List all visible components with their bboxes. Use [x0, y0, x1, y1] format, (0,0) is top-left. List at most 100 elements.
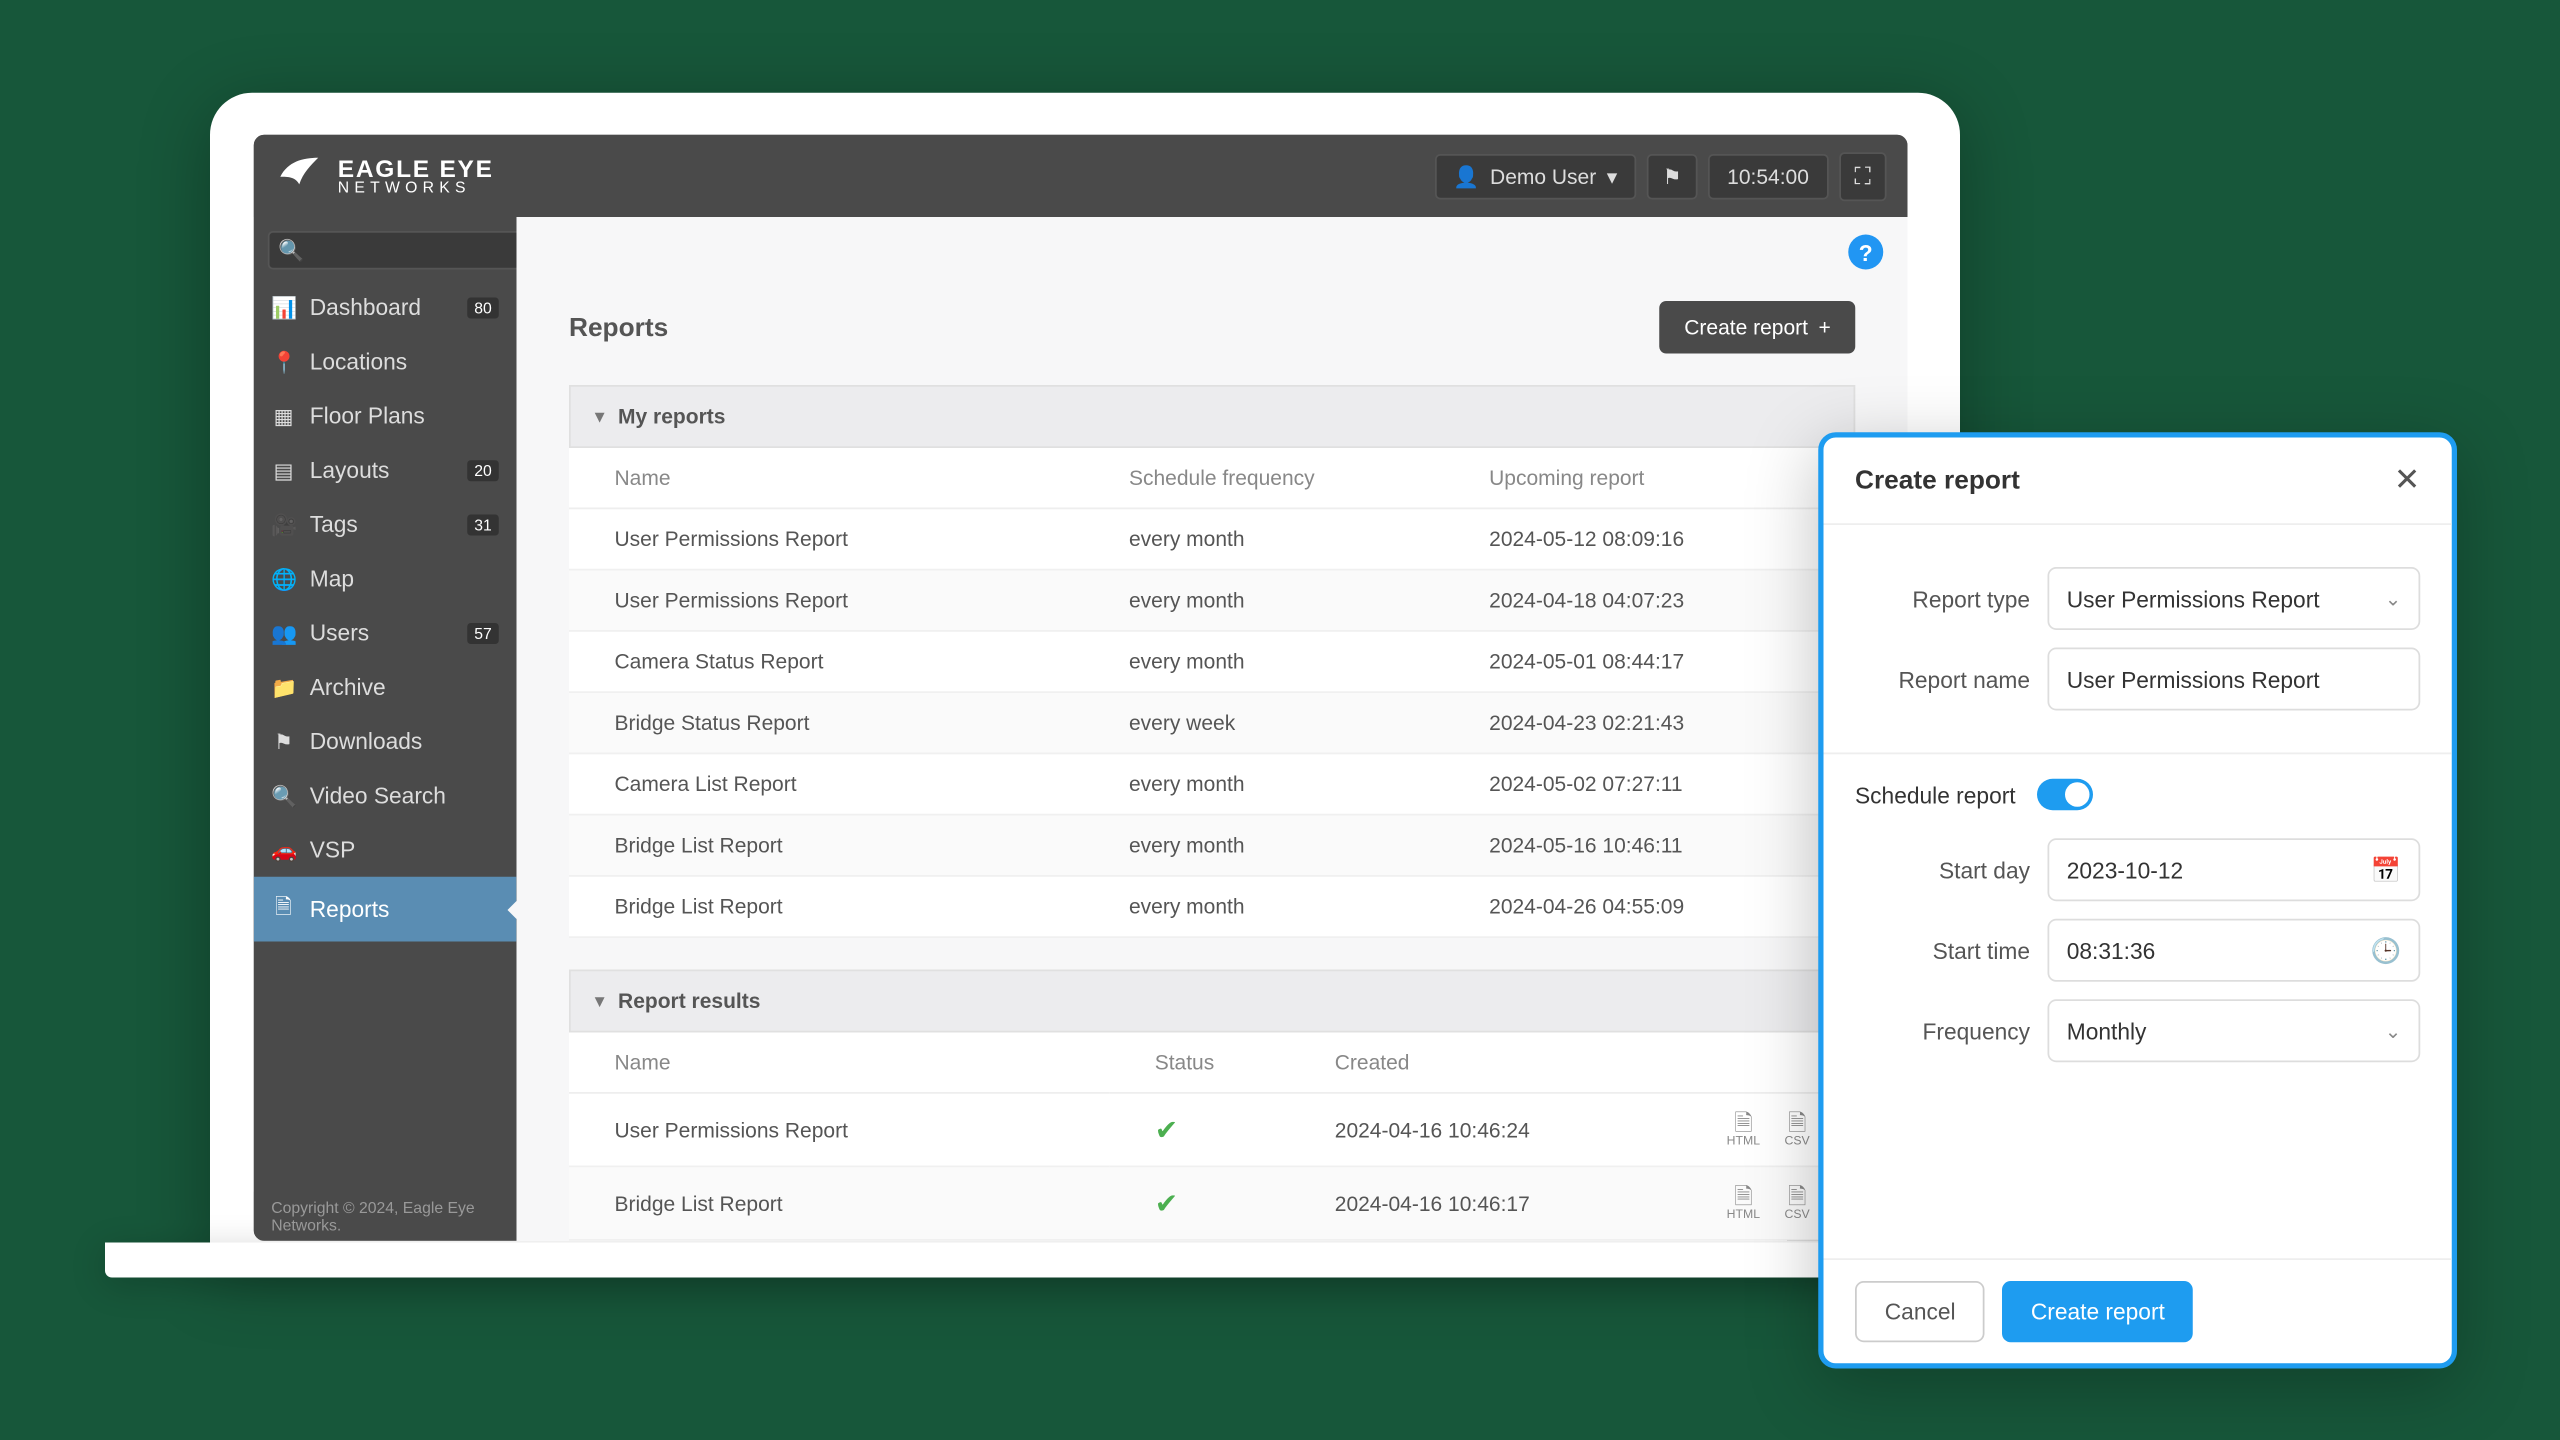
sidebar-item-downloads[interactable]: ⚑ Downloads — [254, 714, 517, 768]
table-row[interactable]: Bridge Status Report every week 2024-04-… — [569, 692, 1855, 753]
search-icon: 🔍 — [271, 783, 296, 808]
sidebar-item-users[interactable]: 👥 Users 57 — [254, 606, 517, 660]
help-button[interactable]: ? — [1848, 235, 1883, 270]
sidebar-badge: 57 — [467, 622, 499, 643]
start-time-input[interactable]: 08:31:36 🕒 — [2048, 919, 2421, 982]
fullscreen-button[interactable]: ⛶ — [1839, 151, 1887, 200]
download-html-button[interactable]: 🗎HTML — [1726, 1111, 1759, 1148]
camera-icon: 🎥 — [271, 512, 296, 537]
start-day-input[interactable]: 2023-10-12 📅 — [2048, 838, 2421, 901]
notifications-flag-button[interactable]: ⚑ — [1647, 153, 1697, 199]
create-report-button[interactable]: Create report + — [1659, 301, 1855, 354]
sidebar-item-tags[interactable]: 🎥Tags 31 — [254, 497, 517, 551]
download-csv-button[interactable]: 🗎CSV — [1784, 1111, 1809, 1148]
sidebar-item-floorplans[interactable]: ▦Floor Plans — [254, 389, 517, 443]
caret-down-icon: ▾ — [1607, 164, 1618, 189]
sidebar-item-label: Reports — [310, 896, 390, 922]
download-csv-button[interactable]: 🗎CSV — [1784, 1185, 1809, 1222]
cell-name: User Permissions Report — [569, 1093, 1109, 1167]
cell-upcoming: 2024-05-01 08:44:17 — [1443, 631, 1855, 692]
label-start-time: Start time — [1855, 937, 2030, 963]
sidebar-item-label: Downloads — [310, 728, 423, 754]
file-icon: 🗎 — [1734, 1185, 1752, 1208]
create-report-modal: Create report ✕ Report type User Permiss… — [1818, 432, 2457, 1368]
cell-upcoming: 2024-05-02 07:27:11 — [1443, 753, 1855, 814]
app-window: EAGLE EYE NETWORKS 👤 Demo User ▾ ⚑ 10:54… — [254, 135, 1908, 1241]
laptop-base — [105, 1243, 2065, 1278]
sidebar-item-map[interactable]: 🌐 Map — [254, 551, 517, 605]
download-html-button[interactable]: 🗎HTML — [1726, 1185, 1759, 1222]
col-upcoming: Upcoming report — [1443, 448, 1855, 508]
brand-line1: EAGLE EYE — [338, 156, 494, 181]
col-status: Status — [1109, 1033, 1289, 1093]
report-results-section-header[interactable]: ▾ Report results — [569, 970, 1855, 1033]
globe-icon: 🌐 — [271, 566, 296, 591]
pin-icon: 📍 — [271, 349, 296, 374]
search-icon: 🔍 — [278, 238, 304, 263]
cell-frequency: every month — [1083, 570, 1443, 631]
sidebar-item-dashboard[interactable]: 📊Dashboard 80 — [254, 280, 517, 334]
my-reports-section-header[interactable]: ▾ My reports — [569, 385, 1855, 448]
check-circle-icon: ✔ — [1154, 1116, 1177, 1146]
cell-name: Camera Status Report — [569, 631, 1084, 692]
cell-upcoming: 2024-05-12 08:09:16 — [1443, 508, 1855, 569]
users-icon: 👥 — [271, 620, 296, 645]
schedule-report-toggle[interactable] — [2037, 779, 2093, 811]
user-icon: 👤 — [1453, 164, 1479, 189]
cell-upcoming: 2024-04-26 04:55:09 — [1443, 876, 1855, 937]
chevron-down-icon: ⌄ — [2385, 587, 2401, 610]
sidebar-item-layouts[interactable]: ▤Layouts 20 — [254, 443, 517, 497]
cell-frequency: every month — [1083, 508, 1443, 569]
table-row[interactable]: Bridge List Report every month 2024-04-2… — [569, 876, 1855, 937]
table-row[interactable]: User Permissions Report every month 2024… — [569, 570, 1855, 631]
sidebar-item-label: Users — [310, 620, 369, 646]
sidebar-item-label: Map — [310, 565, 354, 591]
sidebar-badge: 31 — [467, 514, 499, 535]
report-type-value: User Permissions Report — [2067, 585, 2320, 611]
cell-name: Bridge List Report — [569, 876, 1084, 937]
clock: 10:54:00 — [1708, 153, 1828, 199]
sidebar-item-reports[interactable]: 🗎 Reports — [254, 877, 517, 942]
col-name: Name — [569, 1033, 1109, 1093]
table-row[interactable]: Camera Status Report every month 2024-05… — [569, 631, 1855, 692]
col-name: Name — [569, 448, 1084, 508]
label-frequency: Frequency — [1855, 1018, 2030, 1044]
cell-frequency: every month — [1083, 753, 1443, 814]
sidebar-item-label: VSP — [310, 837, 356, 863]
eagle-wing-icon — [275, 151, 324, 200]
cell-name: User Permissions Report — [569, 508, 1084, 569]
document-icon: 🗎 — [271, 891, 296, 928]
sidebar-item-archive[interactable]: 📁Archive — [254, 660, 517, 714]
cancel-button[interactable]: Cancel — [1855, 1281, 1985, 1342]
table-row[interactable]: Bridge List Report every month 2024-05-1… — [569, 815, 1855, 876]
section-label: My reports — [618, 404, 725, 429]
chevron-down-icon: ▾ — [595, 407, 604, 426]
close-button[interactable]: ✕ — [2394, 462, 2420, 499]
user-label: Demo User — [1490, 164, 1596, 189]
cell-name: Camera List Report — [569, 753, 1084, 814]
flag-icon: ⚑ — [271, 729, 296, 754]
col-schedule: Schedule frequency — [1083, 448, 1443, 508]
file-icon: 🗎 — [1788, 1185, 1806, 1208]
frequency-select[interactable]: Monthly ⌄ — [2048, 999, 2421, 1062]
create-report-label: Create report — [1684, 315, 1808, 340]
table-row[interactable]: User Permissions Report every month 2024… — [569, 508, 1855, 569]
cell-created: 2024-04-16 10:46:17 — [1289, 1166, 1675, 1240]
create-report-submit-button[interactable]: Create report — [2003, 1281, 2193, 1342]
user-menu-button[interactable]: 👤 Demo User ▾ — [1434, 153, 1636, 199]
copyright-footer: Copyright © 2024, Eagle Eye Networks. — [254, 1192, 517, 1241]
table-row[interactable]: Camera List Report every month 2024-05-0… — [569, 753, 1855, 814]
report-name-value: User Permissions Report — [2067, 666, 2320, 692]
report-name-input[interactable]: User Permissions Report — [2048, 648, 2421, 711]
report-type-select[interactable]: User Permissions Report ⌄ — [2048, 567, 2421, 630]
table-row[interactable]: User Permissions Report ✔ 2024-04-16 10:… — [569, 1093, 1855, 1167]
plus-icon: + — [1818, 315, 1830, 340]
cell-frequency: every month — [1083, 631, 1443, 692]
folder-icon: 📁 — [271, 675, 296, 700]
brand-line2: NETWORKS — [338, 180, 494, 196]
my-reports-table: Name Schedule frequency Upcoming report … — [569, 448, 1855, 938]
table-row[interactable]: Bridge List Report ✔ 2024-04-16 10:46:17… — [569, 1166, 1855, 1240]
sidebar-item-videosearch[interactable]: 🔍Video Search — [254, 768, 517, 822]
sidebar-item-vsp[interactable]: 🚗VSP — [254, 823, 517, 877]
sidebar-item-locations[interactable]: 📍Locations — [254, 334, 517, 388]
